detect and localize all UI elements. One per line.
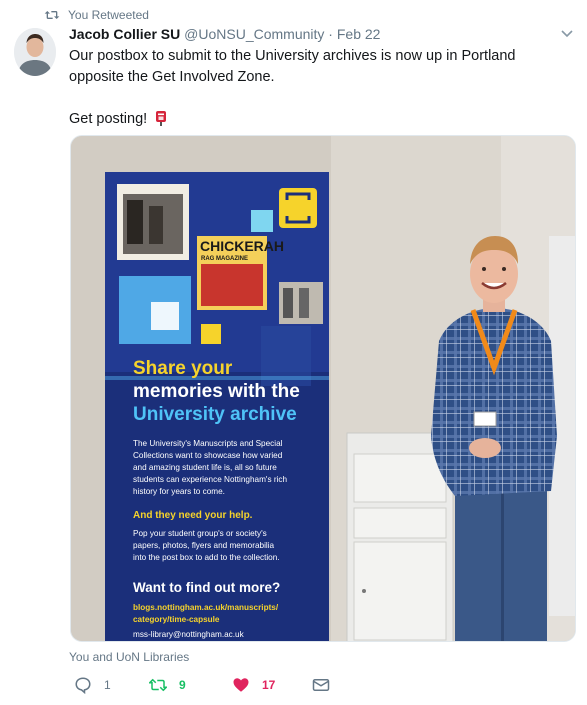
tweet-header: Jacob Collier SU @UoNSU_Community · Feb … [69, 26, 380, 42]
author-name[interactable]: Jacob Collier SU [69, 26, 180, 42]
poster-url-line: category/time-capsule [133, 615, 220, 624]
retweet-icon [149, 678, 167, 692]
chevron-down-icon[interactable] [561, 30, 573, 38]
poster-body-line: The University's Manuscripts and Special [133, 439, 283, 448]
magazine-title: CHICKERAH [200, 238, 284, 254]
retweeted-indicator: You Retweeted [44, 8, 149, 22]
reply-button[interactable]: 1 [74, 676, 111, 694]
tweet-text-line: Our postbox to submit to the University … [69, 48, 516, 85]
postbox-icon [156, 111, 167, 126]
like-button[interactable]: 17 [232, 676, 275, 694]
poster-heading-line2: memories with the [133, 381, 300, 402]
tweet-text-line: Get posting! [69, 109, 569, 130]
separator-dot: · [328, 26, 333, 42]
avatar-photo [14, 28, 56, 76]
poster-body-line: into the post box to add to the collecti… [133, 553, 280, 562]
reply-count: 1 [104, 678, 111, 692]
photo-scene: CHICKERAH RAG MAGAZINE Share your memori… [71, 136, 575, 641]
heart-icon [233, 678, 249, 692]
retweet-icon [44, 11, 60, 19]
retweet-count: 9 [179, 678, 186, 692]
author-handle[interactable]: @UoNSU_Community [184, 26, 324, 42]
direct-message-button[interactable] [312, 676, 342, 694]
poster-heading-line3: University archive [133, 404, 297, 425]
poster-banner: CHICKERAH RAG MAGAZINE Share your memori… [105, 172, 329, 641]
tweet-photo[interactable]: CHICKERAH RAG MAGAZINE Share your memori… [70, 135, 576, 642]
poster-email: mss-library@nottingham.ac.uk [133, 630, 245, 639]
retweeted-label: You Retweeted [68, 8, 149, 22]
poster-help-text: And they need your help. [133, 510, 253, 521]
poster-body-line: students can experience Nottingham's ric… [133, 475, 287, 484]
tweet-text-cta: Get posting! [69, 111, 148, 127]
white-cabinet [346, 432, 454, 641]
poster-body-line: papers, photos, flyers and memorabilia [133, 541, 275, 550]
retweet-button[interactable]: 9 [149, 676, 186, 694]
like-count: 17 [262, 678, 276, 692]
reply-icon [75, 677, 91, 694]
poster-heading-line1: Share your [133, 358, 233, 379]
tweet-date[interactable]: Feb 22 [337, 26, 381, 42]
envelope-icon [312, 679, 330, 691]
poster-body-line: Pop your student group's or society's [133, 529, 267, 538]
poster-find-out: Want to find out more? [133, 580, 280, 595]
poster-body-line: and amazing student life is, all so futu… [133, 463, 277, 472]
author-avatar[interactable] [14, 28, 56, 76]
poster-body-line: history for years to come. [133, 487, 225, 496]
magazine-subtitle: RAG MAGAZINE [201, 256, 248, 262]
poster-url-line: blogs.nottingham.ac.uk/manuscripts/ [133, 603, 279, 612]
tweet-actions: 1 9 17 [69, 676, 369, 698]
tweet-text: Our postbox to submit to the University … [69, 46, 569, 130]
social-context[interactable]: You and UoN Libraries [69, 650, 189, 664]
poster-body-line: Collections want to showcase how varied [133, 451, 283, 460]
